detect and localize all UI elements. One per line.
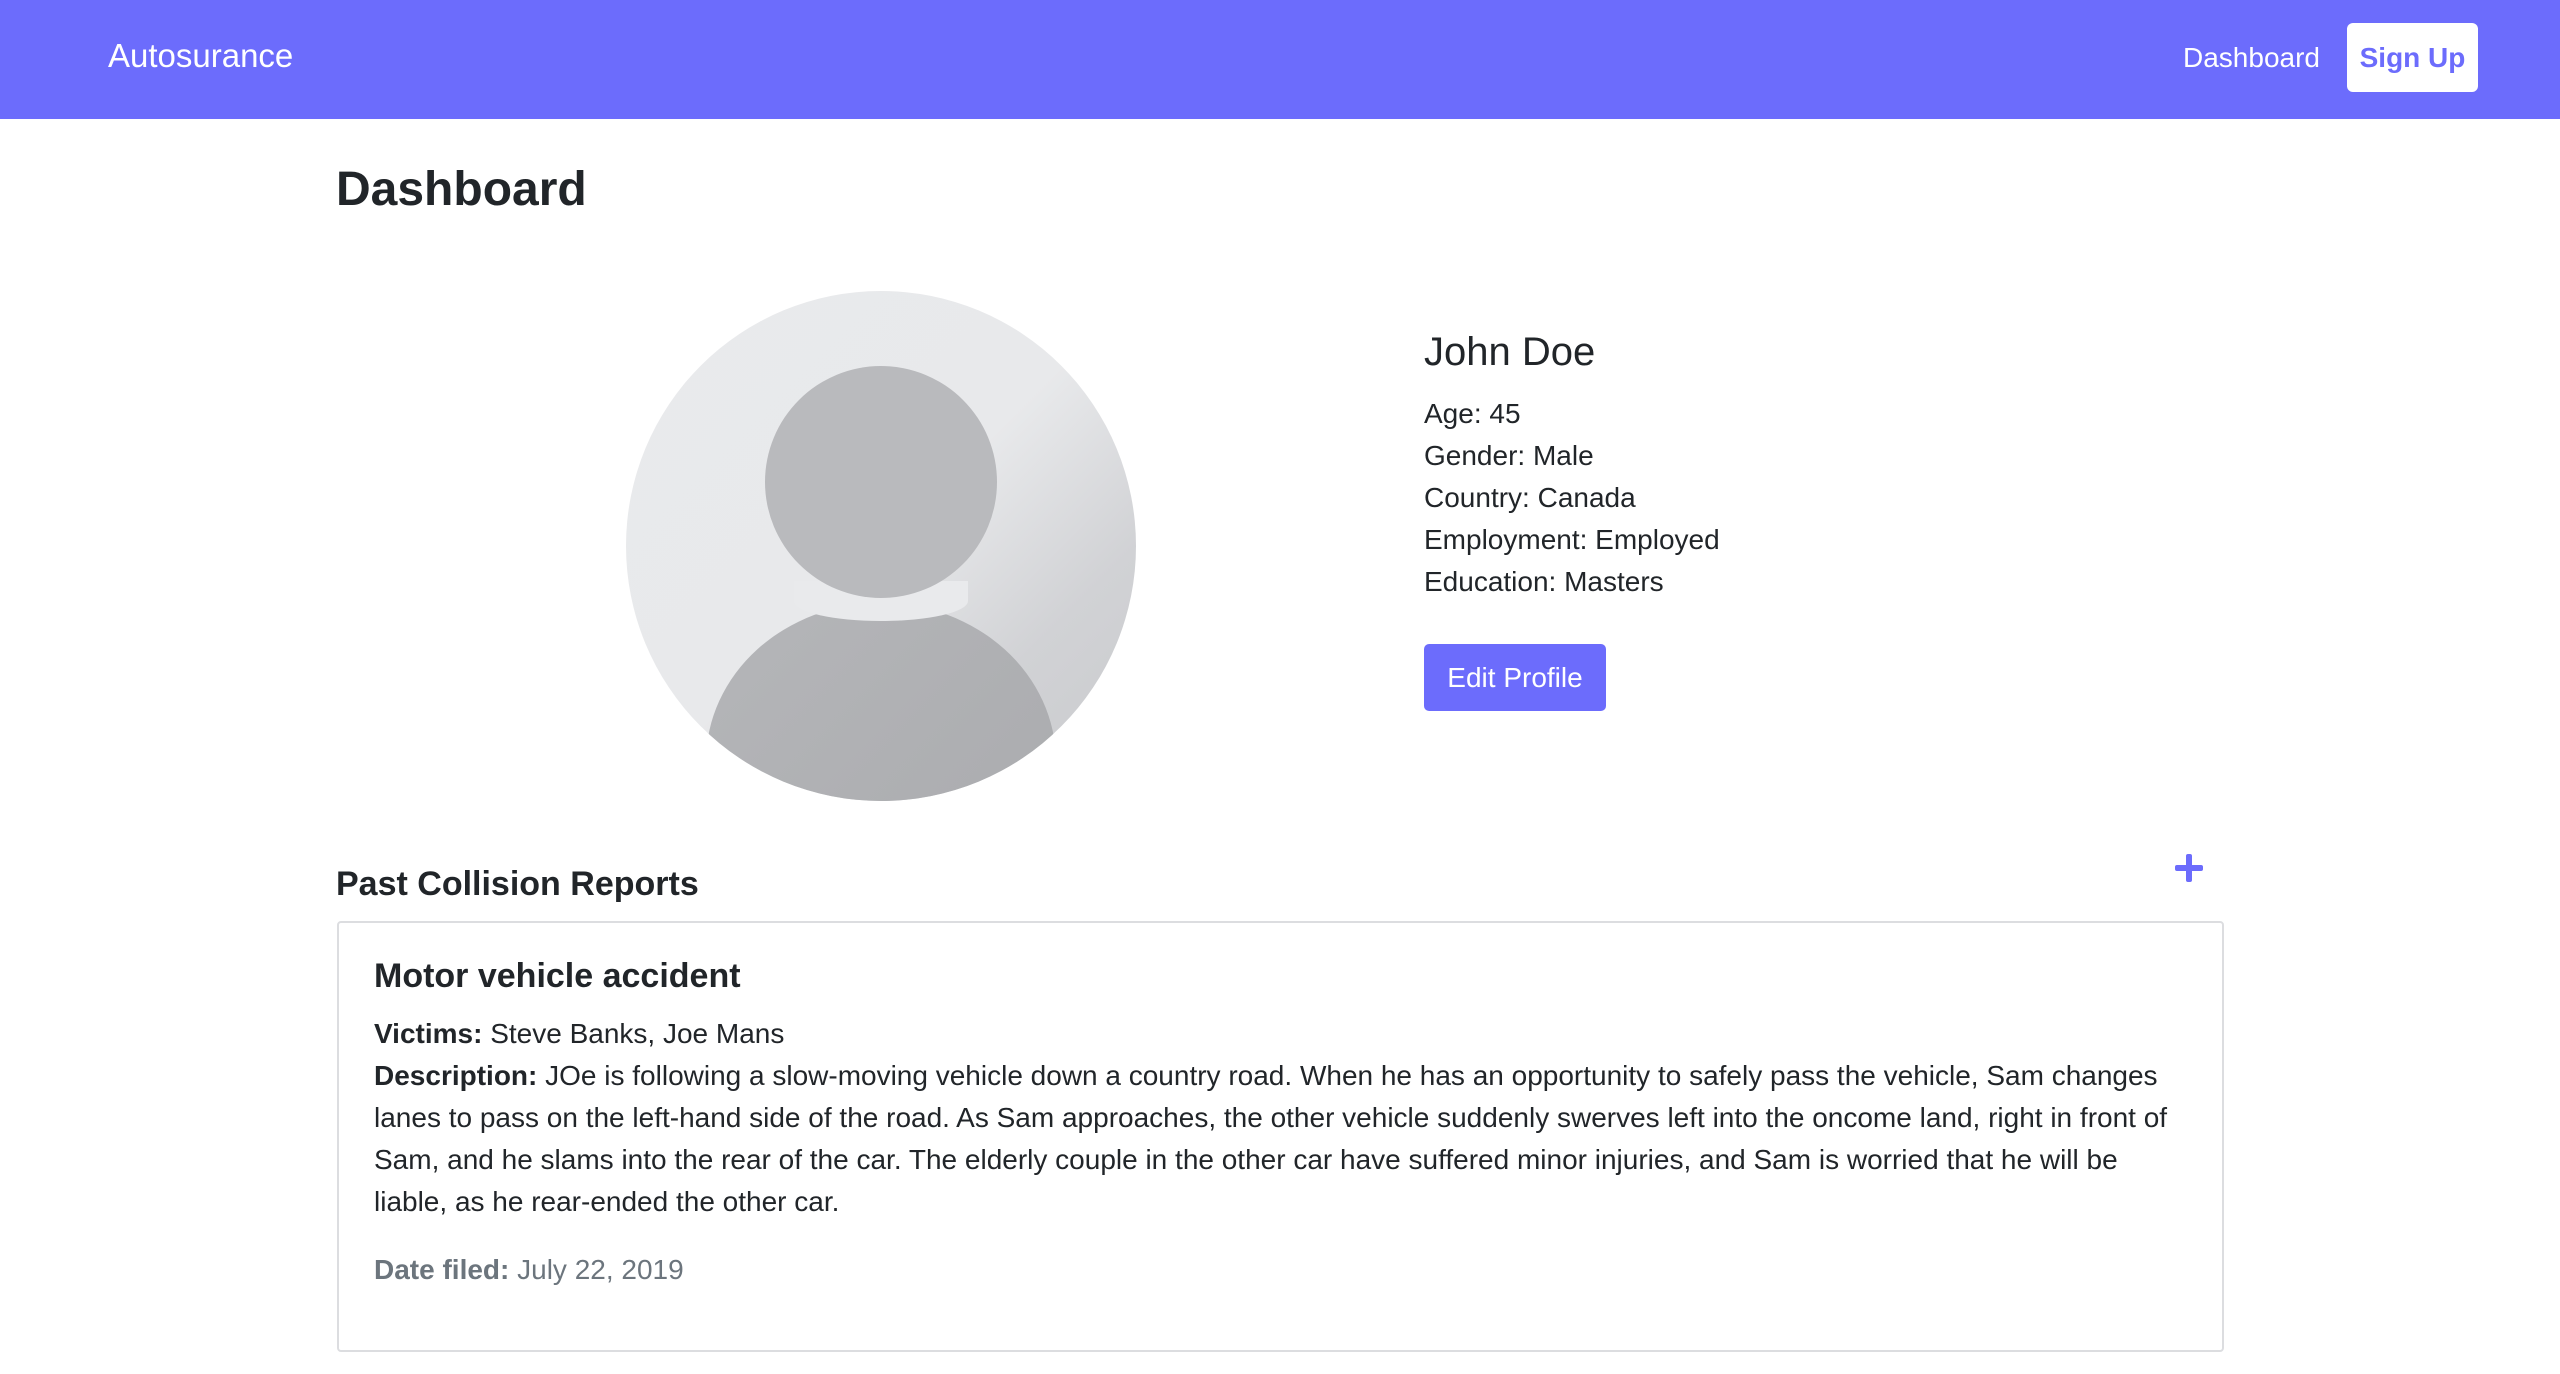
profile-name: John Doe <box>1424 330 1596 374</box>
report-victims-value: Steve Banks, Joe Mans <box>490 1018 785 1049</box>
sign-up-button[interactable]: Sign Up <box>2347 23 2478 92</box>
edit-profile-button[interactable]: Edit Profile <box>1424 644 1606 711</box>
avatar <box>626 291 1136 801</box>
profile-info: Age: 45 Gender: Male Country: Canada Emp… <box>1424 393 1720 603</box>
brand-logo[interactable]: Autosurance <box>108 34 293 78</box>
report-date-value: July 22, 2019 <box>517 1254 684 1285</box>
top-navbar: Autosurance Dashboard Sign Up <box>0 0 2560 119</box>
profile-country: Country: Canada <box>1424 482 1636 513</box>
report-body: Victims: Steve Banks, Joe Mans Descripti… <box>374 1013 2194 1223</box>
report-description: Description: JOe is following a slow-mov… <box>374 1055 2194 1223</box>
report-card: Motor vehicle accident Victims: Steve Ba… <box>337 921 2224 1352</box>
report-title: Motor vehicle accident <box>374 957 741 995</box>
profile-age: Age: 45 <box>1424 398 1521 429</box>
profile-gender: Gender: Male <box>1424 440 1594 471</box>
page-title: Dashboard <box>336 163 587 216</box>
profile-education: Education: Masters <box>1424 566 1664 597</box>
avatar-head-shape <box>765 366 997 598</box>
report-description-label: Description: <box>374 1060 538 1091</box>
avatar-body-shape <box>706 603 1056 801</box>
section-title-collision-reports: Past Collision Reports <box>336 865 699 903</box>
report-victims-label: Victims: <box>374 1018 483 1049</box>
report-victims: Victims: Steve Banks, Joe Mans <box>374 1013 2194 1055</box>
report-date: Date filed: July 22, 2019 <box>374 1249 684 1291</box>
plus-icon[interactable] <box>2172 851 2206 885</box>
report-description-value: JOe is following a slow-moving vehicle d… <box>374 1060 2168 1217</box>
profile-employment: Employment: Employed <box>1424 524 1720 555</box>
nav-link-dashboard[interactable]: Dashboard <box>2183 38 2320 78</box>
report-date-label: Date filed: <box>374 1254 510 1285</box>
